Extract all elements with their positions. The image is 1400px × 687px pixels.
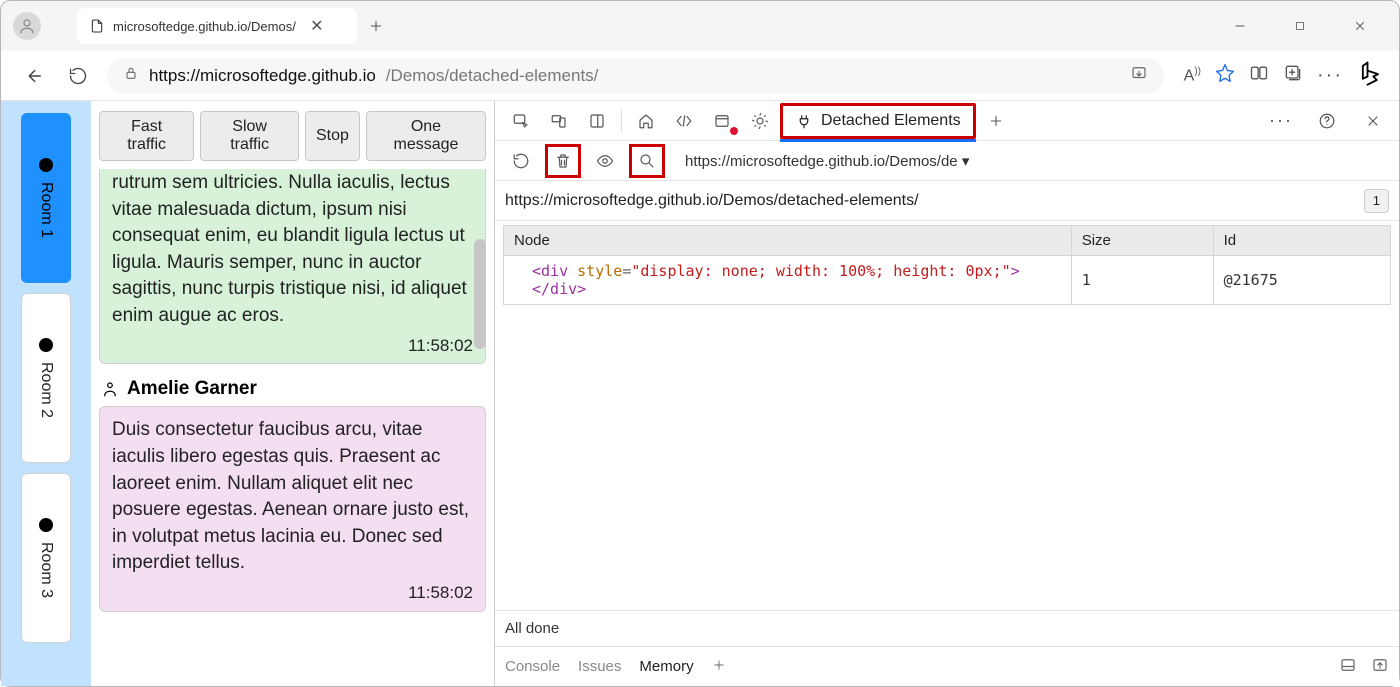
room-2-button[interactable]: Room 2 <box>21 293 71 463</box>
message-text: Duis consectetur faucibus arcu, vitae ia… <box>112 417 473 577</box>
message-time: 11:58:02 <box>112 334 473 358</box>
message-author: Amelie Garner <box>101 378 486 400</box>
drawer-dock-icon[interactable] <box>1339 656 1357 678</box>
page-viewport: Room 1 Room 2 Room 3 Fast traffic Slow t… <box>1 101 495 686</box>
detached-elements-tab[interactable]: Detached Elements <box>780 103 976 139</box>
drawer-expand-icon[interactable] <box>1371 656 1389 678</box>
node-cell: <div style="display: none; width: 100%; … <box>504 256 1072 305</box>
welcome-tab-icon[interactable] <box>628 105 664 137</box>
window-minimize-button[interactable] <box>1223 9 1257 43</box>
devtools-panel: Detached Elements ··· https://microsofte… <box>495 101 1399 686</box>
refresh-list-icon[interactable] <box>503 145 539 177</box>
lock-icon <box>123 65 139 86</box>
detached-table: Node Size Id <div style="display: none; … <box>503 225 1391 305</box>
message-time: 11:58:02 <box>112 581 473 605</box>
console-tab[interactable]: Console <box>505 658 560 675</box>
status-dot-icon <box>39 518 53 532</box>
address-bar: https://microsoftedge.github.io/Demos/de… <box>1 51 1399 101</box>
tab-label: Detached Elements <box>821 112 961 130</box>
chat-message: rutrum sem ultricies. Nulla iaculis, lec… <box>99 169 486 364</box>
room-label: Room 2 <box>37 362 55 418</box>
detached-count-badge: 1 <box>1364 189 1389 213</box>
status-text: All done <box>505 620 559 637</box>
stop-button[interactable]: Stop <box>305 111 360 161</box>
url-path: /Demos/detached-elements/ <box>386 66 599 86</box>
page-icon <box>89 18 105 34</box>
room-label: Room 1 <box>37 182 55 238</box>
search-icon <box>638 152 656 170</box>
frame-path: https://microsoftedge.github.io/Demos/de… <box>505 192 919 210</box>
table-row[interactable]: <div style="display: none; width: 100%; … <box>504 256 1391 305</box>
author-name: Amelie Garner <box>127 378 257 400</box>
issues-tab[interactable]: Issues <box>578 658 621 675</box>
frame-path-row: https://microsoftedge.github.io/Demos/de… <box>495 181 1399 221</box>
plug-icon <box>795 112 813 130</box>
chat-message: Duis consectetur faucibus arcu, vitae ia… <box>99 406 486 611</box>
status-dot-icon <box>39 158 53 172</box>
trash-icon <box>554 152 572 170</box>
url-host: https://microsoftedge.github.io <box>149 66 376 86</box>
devtools-main-toolbar: Detached Elements ··· <box>495 101 1399 141</box>
bing-chat-icon[interactable] <box>1357 59 1385 92</box>
collections-icon[interactable] <box>1283 63 1303 88</box>
room-sidebar: Room 1 Room 2 Room 3 <box>1 101 91 686</box>
room-3-button[interactable]: Room 3 <box>21 473 71 643</box>
window-maximize-button[interactable] <box>1283 9 1317 43</box>
dock-side-icon[interactable] <box>579 105 615 137</box>
col-size-header[interactable]: Size <box>1071 226 1213 256</box>
titlebar: microsoftedge.github.io/Demos/ ✕ <box>1 1 1399 51</box>
room-1-button[interactable]: Room 1 <box>21 113 71 283</box>
slow-traffic-button[interactable]: Slow traffic <box>200 111 299 161</box>
split-screen-icon[interactable] <box>1249 63 1269 88</box>
elements-tab-icon[interactable] <box>666 105 702 137</box>
room-label: Room 3 <box>37 542 55 598</box>
chat-scroll-area[interactable]: rutrum sem ultricies. Nulla iaculis, lec… <box>99 169 486 686</box>
id-cell: @21675 <box>1213 256 1390 305</box>
sources-tab-icon[interactable] <box>742 105 778 137</box>
analyze-button[interactable] <box>629 144 665 178</box>
status-dot-icon <box>39 338 53 352</box>
new-tab-icon[interactable] <box>978 105 1014 137</box>
back-button[interactable] <box>15 59 49 93</box>
user-icon <box>101 380 119 398</box>
drawer-add-tab-icon[interactable] <box>712 658 726 676</box>
col-node-header[interactable]: Node <box>504 226 1072 256</box>
inspect-element-icon[interactable] <box>503 105 539 137</box>
devtools-drawer: Console Issues Memory <box>495 646 1399 686</box>
browser-tab[interactable]: microsoftedge.github.io/Demos/ ✕ <box>77 8 357 44</box>
status-bar: All done <box>495 610 1399 646</box>
scrollbar-thumb[interactable] <box>474 239 486 349</box>
eye-icon[interactable] <box>587 145 623 177</box>
message-text: rutrum sem ultricies. Nulla iaculis, lec… <box>112 170 473 330</box>
help-icon[interactable] <box>1309 105 1345 137</box>
memory-tab[interactable]: Memory <box>639 647 693 686</box>
favorite-star-icon[interactable] <box>1215 63 1235 88</box>
profile-avatar[interactable] <box>13 12 41 40</box>
application-tab-icon[interactable] <box>704 105 740 137</box>
tab-title: microsoftedge.github.io/Demos/ <box>113 19 296 34</box>
chat-controls: Fast traffic Slow traffic Stop One messa… <box>99 111 486 161</box>
one-message-button[interactable]: One message <box>366 111 486 161</box>
device-emulation-icon[interactable] <box>541 105 577 137</box>
collect-garbage-button[interactable] <box>545 144 581 178</box>
size-cell: 1 <box>1071 256 1213 305</box>
close-tab-icon[interactable]: ✕ <box>304 13 330 39</box>
more-tools-icon[interactable]: ··· <box>1263 105 1299 137</box>
more-icon[interactable]: ··· <box>1317 64 1343 87</box>
col-id-header[interactable]: Id <box>1213 226 1390 256</box>
refresh-button[interactable] <box>61 59 95 93</box>
window-close-button[interactable] <box>1343 9 1377 43</box>
frame-selector[interactable]: https://microsoftedge.github.io/Demos/de… <box>685 152 969 170</box>
detached-toolbar: https://microsoftedge.github.io/Demos/de… <box>495 141 1399 181</box>
read-aloud-icon[interactable]: A)) <box>1184 66 1201 85</box>
fast-traffic-button[interactable]: Fast traffic <box>99 111 194 161</box>
app-available-icon[interactable] <box>1130 64 1148 87</box>
new-tab-button[interactable] <box>363 13 389 39</box>
close-devtools-icon[interactable] <box>1355 105 1391 137</box>
url-input[interactable]: https://microsoftedge.github.io/Demos/de… <box>107 58 1164 94</box>
